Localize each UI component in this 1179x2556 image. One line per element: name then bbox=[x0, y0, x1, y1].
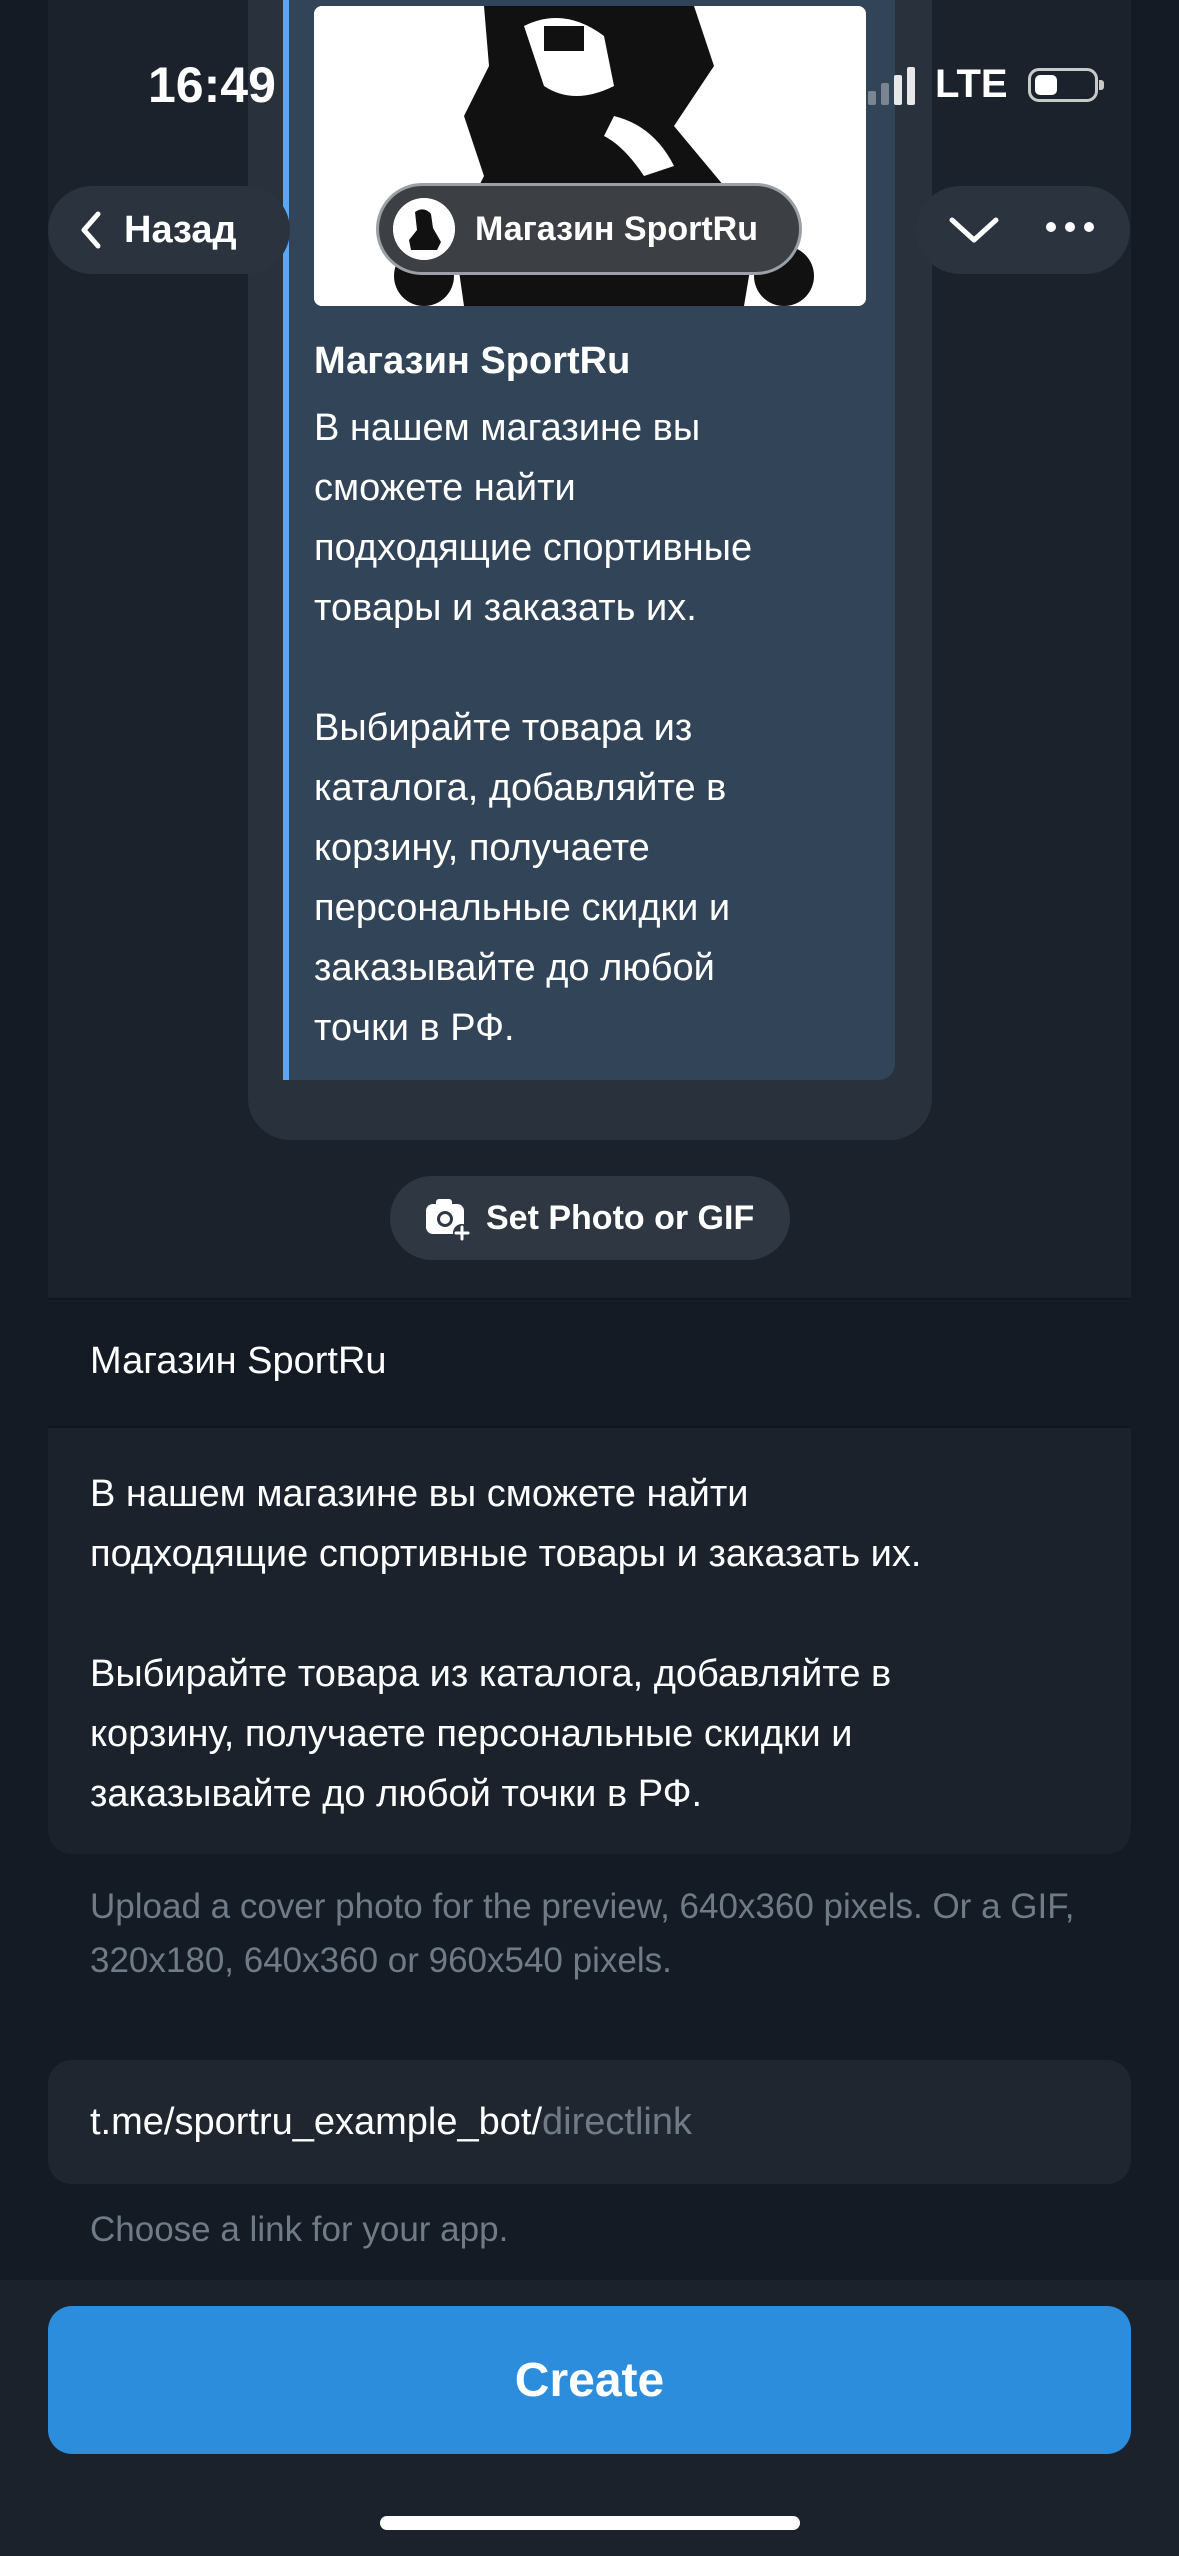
set-photo-label: Set Photo or GIF bbox=[486, 1198, 755, 1237]
back-button[interactable]: Назад bbox=[48, 186, 290, 274]
link-prefix: t.me/sportru_example_bot/ bbox=[90, 2100, 543, 2143]
signal-icon bbox=[868, 65, 915, 105]
status-time: 16:49 bbox=[148, 57, 276, 113]
network-label: LTE bbox=[935, 62, 1008, 106]
camera-plus-icon bbox=[426, 1199, 471, 1242]
app-description-field[interactable]: В нашем магазине вы сможете найти подход… bbox=[90, 1464, 1110, 1824]
app-name-field[interactable]: Магазин SportRu bbox=[90, 1340, 387, 1383]
home-indicator bbox=[380, 2516, 800, 2530]
chevron-down-icon[interactable] bbox=[946, 208, 1002, 252]
create-button[interactable]: Create bbox=[48, 2306, 1131, 2454]
link-hint: Choose a link for your app. bbox=[90, 2210, 509, 2249]
badge-label: Магазин SportRu bbox=[475, 209, 759, 248]
battery-icon bbox=[1027, 67, 1104, 102]
header-actions bbox=[916, 186, 1130, 274]
status-indicators: LTE bbox=[868, 62, 1104, 107]
preview-body: В нашем магазине вы сможете найти подход… bbox=[314, 407, 753, 1049]
link-input[interactable]: t.me/sportru_example_bot/directlink bbox=[48, 2060, 1131, 2184]
chevron-left-icon bbox=[81, 211, 101, 249]
divider bbox=[48, 1298, 1131, 1300]
back-label: Назад bbox=[124, 208, 237, 251]
divider bbox=[48, 1426, 1131, 1428]
link-placeholder: directlink bbox=[542, 2100, 692, 2143]
preview-title: Магазин SportRu bbox=[314, 340, 631, 382]
bot-avatar bbox=[393, 198, 455, 260]
more-dots-icon[interactable] bbox=[1046, 222, 1094, 232]
cover-hint: Upload a cover photo for the preview, 64… bbox=[90, 1887, 1075, 1980]
app-screen: Магазин SportRu Магазин SportRu В нашем … bbox=[0, 0, 1179, 2556]
set-photo-button[interactable]: Set Photo or GIF bbox=[390, 1176, 790, 1260]
preview-bot-badge: Магазин SportRu bbox=[376, 183, 802, 275]
